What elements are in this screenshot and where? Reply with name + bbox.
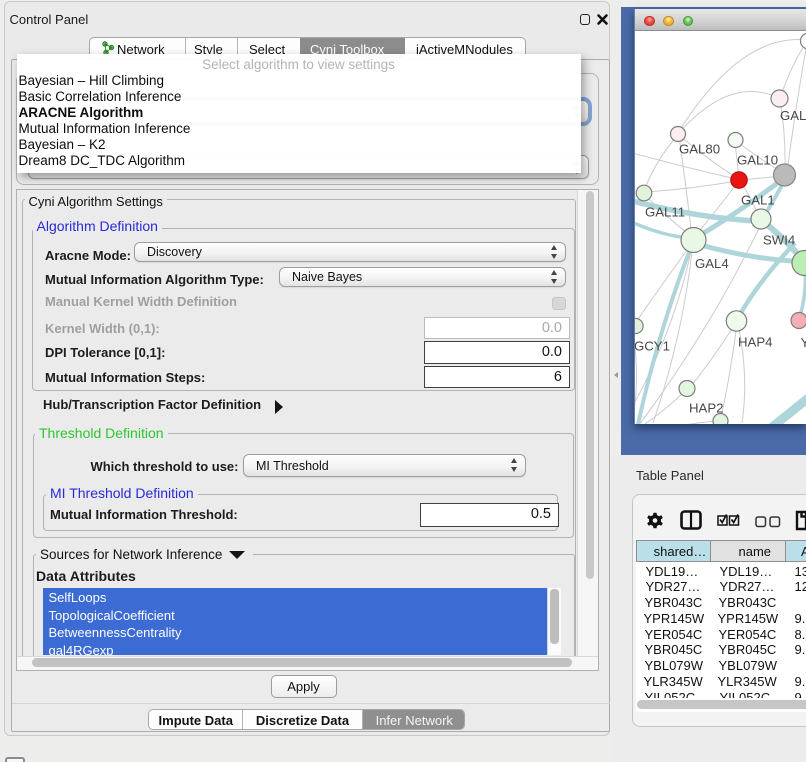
svg-text:GAL80: GAL80 [679,142,720,157]
svg-text:SWI4: SWI4 [763,233,795,248]
svg-text:Y: Y [801,335,806,350]
svg-text:GAL11: GAL11 [645,205,685,220]
svg-text:GAL1: GAL1 [741,193,775,208]
svg-text:GAL10: GAL10 [737,153,778,168]
svg-text:HAP2: HAP2 [689,401,723,416]
svg-text:GCY1: GCY1 [635,339,670,354]
svg-text:GAL: GAL [780,108,806,123]
svg-text:HAP4: HAP4 [738,335,772,350]
svg-text:GAL4: GAL4 [695,256,729,271]
